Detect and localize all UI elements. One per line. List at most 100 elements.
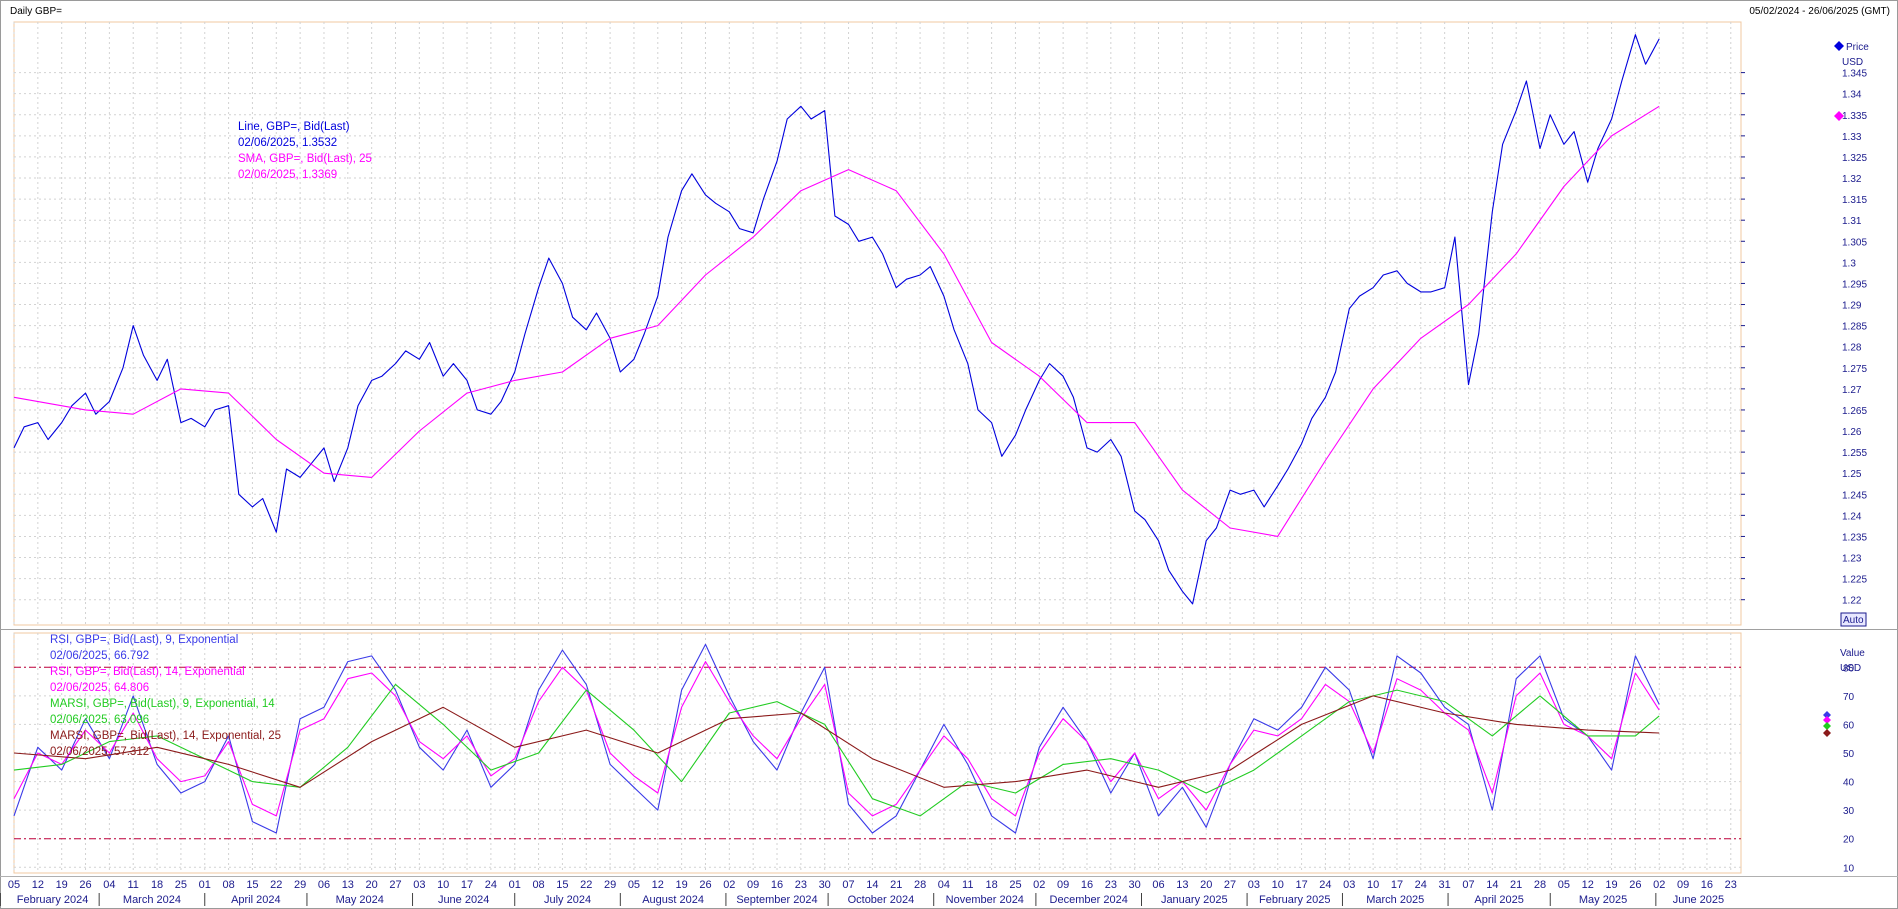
day-tick-label: 01 (509, 879, 521, 891)
day-tick-label: 26 (699, 879, 711, 891)
month-label: February 2024 (17, 894, 89, 906)
day-tick-label: 09 (747, 879, 759, 891)
day-tick-label: 26 (79, 879, 91, 891)
month-label: March 2025 (1366, 894, 1424, 906)
day-tick-label: 02 (1653, 879, 1665, 891)
price-tick-label: 1.245 (1842, 490, 1867, 501)
legend-marsi9-name: MARSI, GBP=, Bid(Last), 9, Exponential, … (50, 698, 275, 710)
day-tick-label: 14 (866, 879, 878, 891)
day-tick-label: 20 (366, 879, 378, 891)
day-tick-label: 02 (1033, 879, 1045, 891)
day-tick-label: 08 (222, 879, 234, 891)
date-range: 05/02/2024 - 26/06/2025 (GMT) (1749, 6, 1890, 17)
price-tick-label: 1.29 (1842, 301, 1862, 312)
day-tick-label: 26 (1629, 879, 1641, 891)
day-tick-label: 22 (270, 879, 282, 891)
day-tick-label: 12 (32, 879, 44, 891)
price-tick-label: 1.335 (1842, 111, 1867, 122)
price-tick-label: 1.295 (1842, 279, 1867, 290)
day-tick-label: 11 (962, 879, 973, 891)
price-tick-label: 1.315 (1842, 195, 1867, 206)
month-label: November 2024 (946, 894, 1024, 906)
day-tick-label: 28 (914, 879, 926, 891)
day-tick-label: 29 (294, 879, 306, 891)
rsi-tick-label: 40 (1843, 778, 1855, 789)
price-tick-label: 1.255 (1842, 448, 1867, 459)
price-tick-label: 1.27 (1842, 385, 1862, 396)
price-tick-label: 1.23 (1842, 554, 1862, 565)
day-tick-label: 15 (246, 879, 258, 891)
price-tick-label: 1.325 (1842, 153, 1867, 164)
day-tick-label: 24 (1415, 879, 1427, 891)
price-tick-label: 1.265 (1842, 406, 1867, 417)
day-tick-label: 12 (652, 879, 664, 891)
legend-marsi14-name: MARSI, GBP=, Bid(Last), 14, Exponential,… (50, 730, 281, 742)
day-tick-label: 05 (628, 879, 640, 891)
day-tick-label: 18 (151, 879, 163, 891)
day-tick-label: 23 (1105, 879, 1117, 891)
month-label: June 2025 (1673, 894, 1724, 906)
day-tick-label: 10 (1367, 879, 1379, 891)
day-tick-label: 14 (1486, 879, 1498, 891)
day-tick-label: 17 (1391, 879, 1403, 891)
day-tick-label: 21 (890, 879, 902, 891)
day-tick-label: 06 (1152, 879, 1164, 891)
price-axis-label: Price (1846, 42, 1869, 53)
price-tick-label: 1.28 (1842, 343, 1862, 354)
price-tick-label: 1.345 (1842, 69, 1867, 80)
price-tick-label: 1.31 (1842, 216, 1862, 227)
price-tick-label: 1.25 (1842, 469, 1862, 480)
rsi-tick-label: 50 (1843, 749, 1855, 760)
day-tick-label: 16 (1701, 879, 1713, 891)
price-axis-unit: USD (1842, 57, 1863, 68)
price-tick-label: 1.26 (1842, 427, 1862, 438)
day-tick-label: 22 (580, 879, 592, 891)
day-tick-label: 05 (8, 879, 20, 891)
chart-canvas: Daily GBP= 05/02/2024 - 26/06/2025 (GMT)… (0, 0, 1898, 909)
price-tick-label: 1.34 (1842, 90, 1862, 101)
day-tick-label: 29 (604, 879, 616, 891)
day-tick-label: 10 (1272, 879, 1284, 891)
day-tick-label: 27 (1224, 879, 1236, 891)
day-tick-label: 25 (175, 879, 187, 891)
month-label: April 2024 (231, 894, 281, 906)
price-tick-label: 1.22 (1842, 596, 1862, 607)
month-label: May 2025 (1579, 894, 1627, 906)
day-tick-label: 23 (1725, 879, 1737, 891)
rsi-axis-label: Value (1840, 648, 1865, 659)
day-tick-label: 03 (1248, 879, 1260, 891)
legend-marsi9-value: 02/06/2025, 63.096 (50, 714, 149, 726)
month-label: February 2025 (1259, 894, 1331, 906)
month-label: September 2024 (736, 894, 817, 906)
month-label: April 2025 (1474, 894, 1524, 906)
month-label: August 2024 (642, 894, 704, 906)
price-tick-label: 1.3 (1842, 258, 1856, 269)
price-tick-label: 1.235 (1842, 532, 1867, 543)
day-tick-label: 03 (413, 879, 425, 891)
price-tick-label: 1.24 (1842, 511, 1862, 522)
day-tick-label: 30 (1129, 879, 1141, 891)
rsi-tick-label: 80 (1843, 663, 1855, 674)
day-tick-label: 24 (1319, 879, 1331, 891)
day-tick-label: 31 (1439, 879, 1451, 891)
price-tick-label: 1.32 (1842, 174, 1862, 185)
day-tick-label: 21 (1510, 879, 1522, 891)
month-label: January 2025 (1161, 894, 1228, 906)
legend-sma-value: 02/06/2025, 1.3369 (238, 169, 337, 181)
price-tick-label: 1.33 (1842, 132, 1862, 143)
day-tick-label: 09 (1057, 879, 1069, 891)
day-tick-label: 16 (1081, 879, 1093, 891)
day-tick-label: 20 (1200, 879, 1212, 891)
day-tick-label: 02 (723, 879, 735, 891)
day-tick-label: 11 (128, 879, 139, 891)
month-label: March 2024 (123, 894, 181, 906)
day-tick-label: 08 (532, 879, 544, 891)
day-tick-label: 23 (795, 879, 807, 891)
day-tick-label: 19 (1605, 879, 1617, 891)
day-tick-label: 16 (771, 879, 783, 891)
month-label: July 2024 (544, 894, 591, 906)
day-tick-label: 07 (842, 879, 854, 891)
price-tick-label: 1.275 (1842, 364, 1867, 375)
day-tick-label: 09 (1677, 879, 1689, 891)
day-tick-label: 25 (1009, 879, 1021, 891)
